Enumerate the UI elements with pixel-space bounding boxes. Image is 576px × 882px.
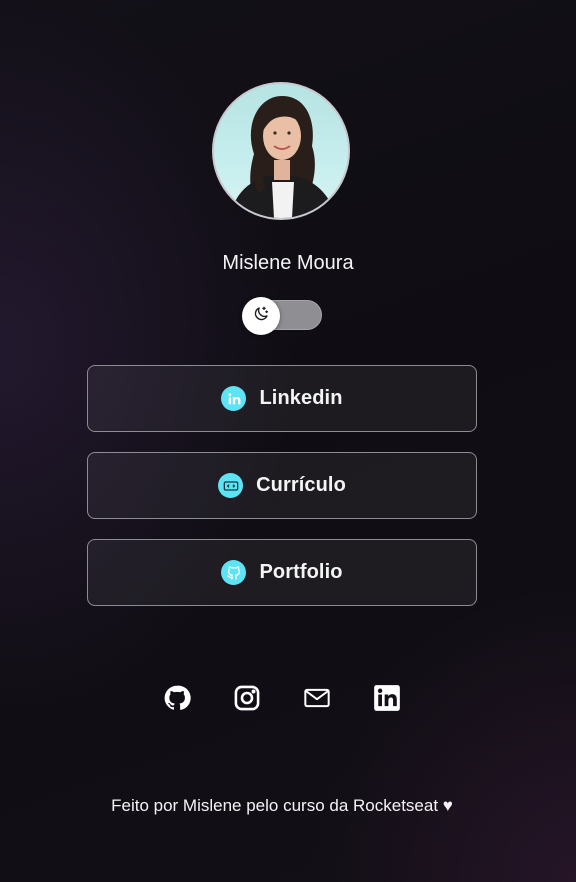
github-social-link[interactable] [161,684,193,716]
page: Mislene Moura Linkedin Currículo Portfol… [0,0,576,882]
portfolio-link-button[interactable]: Portfolio [87,539,477,606]
avatar [212,82,350,220]
linkedin-icon [373,684,401,717]
instagram-icon [233,684,261,717]
social-links [160,684,416,718]
moon-icon [252,305,270,328]
link-label: Currículo [256,474,346,496]
instagram-social-link[interactable] [231,684,263,716]
toggle-knob[interactable] [242,297,280,335]
github-icon [163,684,191,717]
github-icon [221,560,247,585]
linkedin-icon [221,386,247,411]
link-label: Linkedin [259,387,343,409]
theme-toggle[interactable] [242,297,322,335]
email-social-link[interactable] [301,684,333,716]
resume-link-button[interactable]: Currículo [87,452,477,519]
resume-icon [218,473,244,498]
profile-name: Mislene Moura [222,252,354,274]
linkedin-social-link[interactable] [371,684,403,716]
footer-text: Feito por Mislene pelo curso da Rocketse… [111,796,453,815]
linkedin-link-button[interactable]: Linkedin [87,365,477,432]
mail-icon [303,684,331,717]
link-list: Linkedin Currículo Portfolio [87,365,477,626]
link-label: Portfolio [259,561,343,583]
